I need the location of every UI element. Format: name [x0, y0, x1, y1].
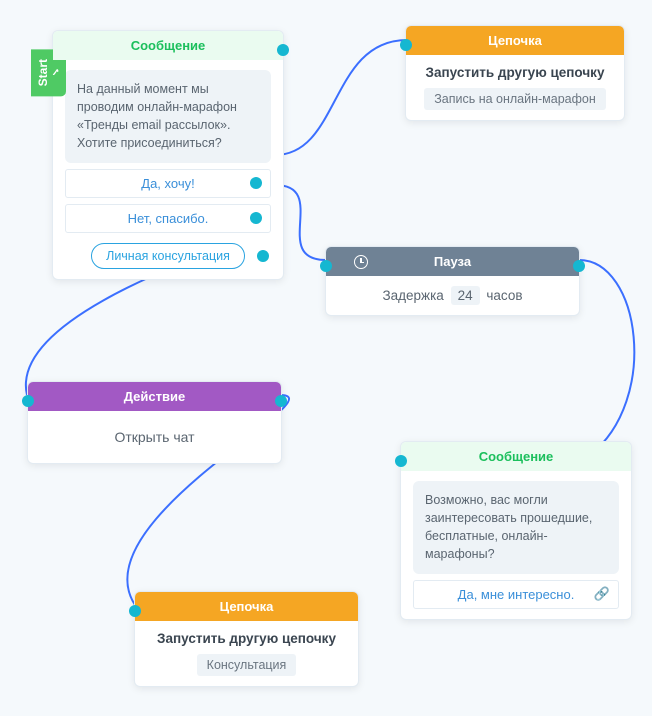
chain-title: Запустить другую цепочку	[147, 631, 346, 646]
node-header: Пауза	[326, 247, 579, 276]
node-header: Сообщение	[401, 442, 631, 471]
node-header: Цепочка	[135, 592, 358, 621]
clock-icon	[354, 255, 368, 269]
option-yes[interactable]: Да, хочу!	[65, 169, 271, 198]
check-icon: ✓	[50, 59, 61, 83]
header-title: Действие	[124, 389, 185, 404]
message-bubble: На данный момент мы проводим онлайн-мара…	[65, 70, 271, 163]
delay-value: 24	[451, 286, 480, 305]
input-port[interactable]	[395, 455, 407, 467]
pause-node[interactable]: Пауза Задержка 24 часов	[325, 246, 580, 316]
node-header: Действие	[28, 382, 281, 411]
delay-prefix: Задержка	[383, 288, 444, 303]
message-node-followup[interactable]: Сообщение Возможно, вас могли заинтересо…	[400, 441, 632, 620]
output-port[interactable]	[275, 395, 287, 407]
node-header: Сообщение	[53, 31, 283, 60]
link-icon: 🔗	[594, 586, 610, 602]
input-port[interactable]	[400, 39, 412, 51]
consultation-pill[interactable]: Личная консультация	[91, 243, 245, 269]
delay-suffix: часов	[486, 288, 522, 303]
message-bubble: Возможно, вас могли заинтересовать проше…	[413, 481, 619, 574]
action-node[interactable]: Действие Открыть чат	[27, 381, 282, 464]
header-title: Сообщение	[131, 38, 206, 53]
option-interested[interactable]: Да, мне интересно. 🔗	[413, 580, 619, 609]
chain-node-signup[interactable]: Цепочка Запустить другую цепочку Запись …	[405, 25, 625, 121]
output-port[interactable]	[257, 250, 269, 262]
output-port[interactable]	[573, 260, 585, 272]
input-port[interactable]	[129, 605, 141, 617]
node-header: Цепочка	[406, 26, 624, 55]
start-label: Start	[36, 59, 50, 86]
action-body: Открыть чат	[28, 411, 281, 463]
option-label: Нет, спасибо.	[128, 211, 209, 226]
chain-badge: Запись на онлайн-марафон	[424, 88, 606, 110]
header-title: Пауза	[434, 254, 471, 269]
chain-node-consult[interactable]: Цепочка Запустить другую цепочку Консуль…	[134, 591, 359, 687]
option-no[interactable]: Нет, спасибо.	[65, 204, 271, 233]
header-title: Цепочка	[220, 599, 274, 614]
option-label: Да, мне интересно.	[458, 587, 575, 602]
chain-badge: Консультация	[197, 654, 297, 676]
message-node-start[interactable]: Start ✓ Сообщение На данный момент мы пр…	[52, 30, 284, 280]
option-label: Да, хочу!	[141, 176, 194, 191]
output-port[interactable]	[277, 44, 289, 56]
chain-title: Запустить другую цепочку	[418, 65, 612, 80]
header-title: Цепочка	[488, 33, 542, 48]
output-port[interactable]	[250, 177, 262, 189]
input-port[interactable]	[320, 260, 332, 272]
header-title: Сообщение	[479, 449, 554, 464]
input-port[interactable]	[22, 395, 34, 407]
output-port[interactable]	[250, 212, 262, 224]
